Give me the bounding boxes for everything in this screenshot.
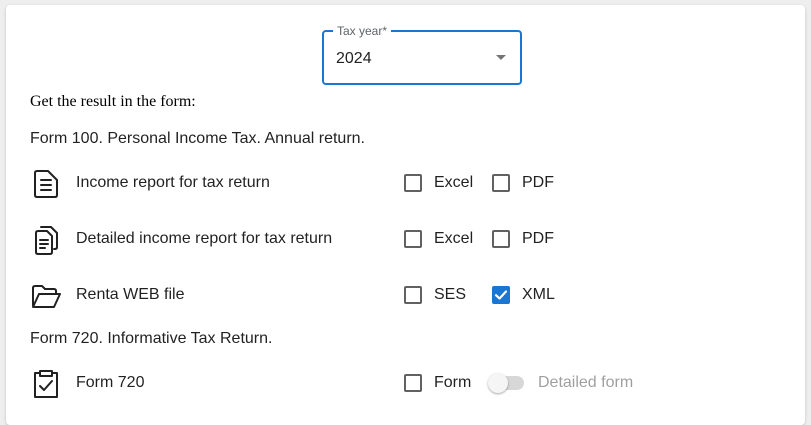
- row-label: Form 720: [76, 374, 145, 391]
- check-icon: [494, 290, 508, 300]
- tax-year-select[interactable]: Tax year* 2024: [322, 23, 522, 85]
- toggle-label: Detailed form: [538, 374, 634, 391]
- clipboard-check-icon: [34, 370, 58, 398]
- row-detailed-income-report: Detailed income report for tax return Ex…: [0, 218, 811, 258]
- checkbox-box-checked: [492, 286, 510, 304]
- row-label: Renta WEB file: [76, 286, 185, 303]
- dropdown-arrow-icon: [496, 55, 506, 60]
- checkbox-box: [404, 174, 422, 192]
- option-label: Excel: [434, 174, 474, 191]
- row-label: Income report for tax return: [76, 174, 270, 191]
- option-label: Form: [434, 374, 472, 391]
- folder-open-icon: [32, 285, 61, 308]
- row-income-report: Income report for tax return Excel PDF: [0, 162, 811, 202]
- option-label: SES: [434, 286, 467, 303]
- tax-year-value: 2024: [336, 50, 372, 67]
- row-label: Detailed income report for tax return: [76, 230, 333, 247]
- intro-text: Get the result in the form:: [30, 93, 196, 110]
- form-720-title: Form 720. Informative Tax Return.: [30, 330, 273, 347]
- tax-year-label: Tax year*: [333, 23, 392, 39]
- checkbox-box: [404, 230, 422, 248]
- checkbox-box: [404, 374, 422, 392]
- toggle-thumb: [488, 373, 508, 393]
- checkbox-box: [492, 174, 510, 192]
- option-label: XML: [522, 286, 555, 303]
- form-100-title: Form 100. Personal Income Tax. Annual re…: [30, 130, 365, 147]
- option-label: PDF: [522, 174, 554, 191]
- option-label: Excel: [434, 230, 474, 247]
- row-form-720: Form 720 Form Detailed form: [0, 362, 811, 402]
- row-renta-web: Renta WEB file SES XML: [0, 274, 811, 314]
- documents-copy-icon: [35, 226, 58, 255]
- document-icon: [34, 170, 58, 198]
- checkbox-box: [492, 230, 510, 248]
- option-label: PDF: [522, 230, 554, 247]
- checkbox-box: [404, 286, 422, 304]
